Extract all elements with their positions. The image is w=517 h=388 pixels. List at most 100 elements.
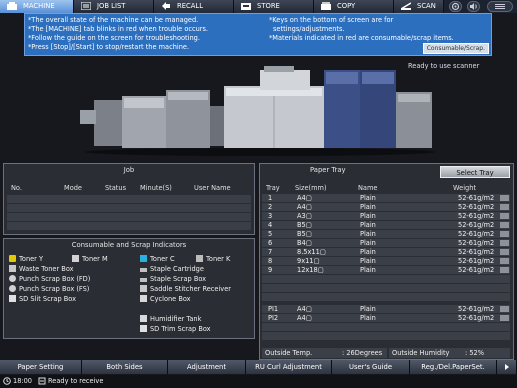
tray-tray: 8 (268, 257, 273, 265)
paper-swatch-icon (500, 195, 509, 201)
copy-icon (321, 2, 331, 10)
recall-icon (162, 2, 170, 10)
job-list-icon (81, 2, 91, 10)
settings-button[interactable] (449, 1, 462, 12)
tray-row-empty (262, 293, 510, 302)
toner-icon (196, 255, 203, 262)
tank-icon (140, 315, 147, 322)
paper-swatch-icon (500, 204, 509, 210)
scrap-box-icon (140, 325, 147, 332)
gear-icon (451, 2, 460, 11)
indicator-staple-cartridge: Staple Cartridge (140, 265, 204, 274)
guidance-text: *The [MACHINE] tab blinks in red when tr… (28, 25, 209, 33)
tab-machine[interactable]: MACHINE (0, 0, 74, 13)
tray-name: Plain (360, 203, 376, 211)
tray-row[interactable]: 7 8.5x11▢ Plain 52-61g/m2 (262, 248, 510, 257)
tab-copy[interactable]: COPY (314, 0, 394, 13)
job-panel-title: Job (123, 166, 135, 174)
menu-button[interactable] (487, 1, 513, 12)
outside-temp-label: Outside Temp. (265, 349, 313, 357)
select-tray-button[interactable]: Select Tray (440, 166, 510, 178)
status-bar: 18:00 Ready to receive (0, 375, 517, 388)
tray-weight: 52-61g/m2 (458, 203, 495, 211)
indicator-toner-m: Toner M (72, 255, 108, 264)
tray-row-empty (262, 332, 510, 341)
tray-size: A4▢ (297, 194, 312, 202)
tray-row[interactable]: 3 A3▢ Plain 52-61g/m2 (262, 212, 510, 221)
tray-tray: PI2 (268, 314, 279, 322)
tray-name: Plain (360, 257, 376, 265)
volume-button[interactable] (467, 1, 480, 12)
indicator-toner-y: Toner Y (9, 255, 43, 264)
tray-column-size: Size(mm) (295, 184, 327, 192)
guidance-text: *Materials indicated in red are consumab… (269, 34, 454, 42)
tray-weight: 52-61g/m2 (458, 248, 495, 256)
indicator-toner-k: Toner K (196, 255, 230, 264)
tray-row[interactable]: 5 B5▢ Plain 52-61g/m2 (262, 230, 510, 239)
tray-row[interactable]: 8 9x11▢ Plain 52-61g/m2 (262, 257, 510, 266)
tray-row[interactable]: 2 A4▢ Plain 52-61g/m2 (262, 203, 510, 212)
job-row[interactable] (7, 204, 251, 213)
arrow-right-icon (504, 364, 509, 370)
paper-swatch-icon (500, 315, 509, 321)
tray-row[interactable]: PI1 A4▢ Plain 52-61g/m2 (262, 305, 510, 314)
tab-store[interactable]: STORE (234, 0, 314, 13)
tray-size: B5▢ (297, 230, 312, 238)
tab-job-list[interactable]: JOB LIST (74, 0, 154, 13)
tray-size: A3▢ (297, 212, 312, 220)
tray-row-empty (262, 275, 510, 284)
ru-curl-adjustment-button[interactable]: RU Curl Adjustment (246, 360, 332, 374)
both-sides-button[interactable]: Both Sides (82, 360, 168, 374)
tray-row[interactable]: PI2 A4▢ Plain 52-61g/m2 (262, 314, 510, 323)
consumable-scrap-button[interactable]: Consumable/Scrap. (422, 43, 489, 54)
tray-row-empty (262, 284, 510, 293)
store-icon (241, 3, 251, 10)
tray-tray: 5 (268, 230, 273, 238)
tray-tray: 6 (268, 239, 273, 247)
tray-name: Plain (360, 266, 376, 274)
tray-name: Plain (360, 239, 376, 247)
reg-del-paperset-button[interactable]: Reg./Del.PaperSet. (410, 360, 497, 374)
tray-weight: 52-61g/m2 (458, 212, 495, 220)
tab-recall[interactable]: RECALL (154, 0, 234, 13)
tab-bar: MACHINE JOB LIST RECALL STORE COPY SCAN (0, 0, 517, 13)
tray-tray: 9 (268, 266, 273, 274)
tab-scan[interactable]: SCAN (394, 0, 444, 13)
job-row[interactable] (7, 195, 251, 204)
tray-row[interactable]: 4 B5▢ Plain 52-61g/m2 (262, 221, 510, 230)
indicator-sd-slit-scrap: SD Slit Scrap Box (9, 295, 76, 304)
consumables-panel: Consumable and Scrap Indicators Toner Y … (3, 238, 255, 339)
tray-row[interactable]: 9 12x18▢ Plain 52-61g/m2 (262, 266, 510, 275)
guidance-text: *Follow the guide on the screen for trou… (28, 34, 200, 42)
indicator-toner-c: Toner C (140, 255, 175, 264)
outside-temp-value: : 26Degrees (342, 349, 383, 357)
tray-size: B5▢ (297, 221, 312, 229)
tray-name: Plain (360, 212, 376, 220)
job-row[interactable] (7, 213, 251, 222)
job-column-no: No. (11, 184, 22, 192)
tray-row[interactable]: 1 A4▢ Plain 52-61g/m2 (262, 194, 510, 203)
next-page-button[interactable] (497, 360, 517, 374)
paper-swatch-icon (500, 240, 509, 246)
adjustment-button[interactable]: Adjustment (168, 360, 246, 374)
tray-weight: 52-61g/m2 (458, 230, 495, 238)
status-message: Ready to receive (48, 377, 104, 385)
receive-icon (38, 377, 46, 385)
users-guide-button[interactable]: User's Guide (332, 360, 410, 374)
tray-tray: PI1 (268, 305, 279, 313)
paper-swatch-icon (500, 258, 509, 264)
tray-name: Plain (360, 305, 376, 313)
job-row[interactable] (7, 222, 251, 231)
tray-row-empty (262, 323, 510, 332)
staple-icon (140, 268, 147, 272)
tray-size: B4▢ (297, 239, 312, 247)
tray-weight: 52-61g/m2 (458, 194, 495, 202)
tab-label: MACHINE (23, 2, 55, 10)
staple-icon (140, 278, 147, 282)
punch-icon (9, 275, 16, 282)
tray-row[interactable]: 6 B4▢ Plain 52-61g/m2 (262, 239, 510, 248)
paper-setting-button[interactable]: Paper Setting (0, 360, 82, 374)
tray-weight: 52-61g/m2 (458, 221, 495, 229)
guidance-text: *The overall state of the machine can be… (28, 16, 199, 24)
paper-swatch-icon (500, 213, 509, 219)
